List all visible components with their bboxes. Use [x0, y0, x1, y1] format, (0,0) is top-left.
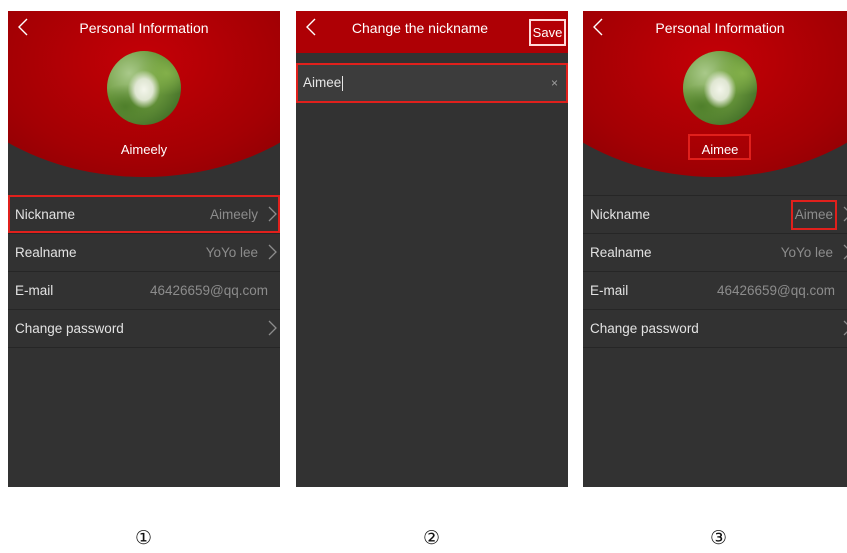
change-password-row[interactable]: Change password [583, 309, 847, 348]
chevron-right-icon [268, 244, 277, 260]
email-row: E-mail 46426659@qq.com [583, 271, 847, 309]
row-label: Change password [15, 321, 124, 336]
page-title: Personal Information [79, 20, 209, 36]
avatar[interactable] [683, 51, 757, 125]
nickname-input-value: Aimee [303, 75, 344, 91]
step-marker-2: ② [423, 527, 441, 549]
nickname-row[interactable]: Nickname Aimeely [8, 195, 280, 233]
row-label: Nickname [590, 207, 651, 222]
nickname-input[interactable]: Aimee × [296, 63, 568, 103]
row-label: E-mail [15, 283, 54, 298]
screen-personal-info-before: Personal Information Aimeely Nickname Ai… [8, 11, 280, 487]
row-value: Aimee [794, 207, 833, 222]
row-label: Change password [590, 321, 699, 336]
row-value: YoYo lee [205, 245, 258, 260]
text-caret [342, 75, 344, 91]
row-label: Realname [590, 245, 652, 260]
chevron-right-icon [843, 206, 847, 222]
email-row: E-mail 46426659@qq.com [8, 271, 280, 309]
change-password-row[interactable]: Change password [8, 309, 280, 348]
screen-change-nickname: Change the nickname Save Aimee × [296, 11, 568, 487]
row-value: YoYo lee [780, 245, 833, 260]
chevron-right-icon [843, 244, 847, 260]
realname-row[interactable]: Realname YoYo lee [8, 233, 280, 271]
info-list: Nickname Aimee Realname YoYo lee E-mail … [583, 195, 847, 348]
row-label: Nickname [15, 207, 76, 222]
profile-name: Aimeely [120, 142, 168, 157]
nickname-row[interactable]: Nickname Aimee [583, 195, 847, 233]
clear-icon[interactable]: × [551, 76, 558, 90]
screen-personal-info-after: Personal Information Aimee Nickname Aime… [583, 11, 847, 487]
chevron-right-icon [843, 320, 847, 336]
step-marker-3: ③ [710, 527, 728, 549]
page-title: Personal Information [655, 20, 785, 36]
realname-row[interactable]: Realname YoYo lee [583, 233, 847, 271]
avatar[interactable] [107, 51, 181, 125]
row-label: Realname [15, 245, 77, 260]
row-value: 46426659@qq.com [149, 283, 268, 298]
chevron-right-icon [268, 206, 277, 222]
info-list: Nickname Aimeely Realname YoYo lee E-mai… [8, 195, 280, 348]
row-value: 46426659@qq.com [716, 283, 835, 298]
profile-name: Aimee [701, 142, 739, 157]
row-value: Aimeely [209, 207, 258, 222]
page-title: Change the nickname [351, 20, 489, 36]
save-button[interactable]: Save [529, 19, 566, 46]
chevron-right-icon [268, 320, 277, 336]
step-marker-1: ① [135, 527, 153, 549]
row-label: E-mail [590, 283, 629, 298]
